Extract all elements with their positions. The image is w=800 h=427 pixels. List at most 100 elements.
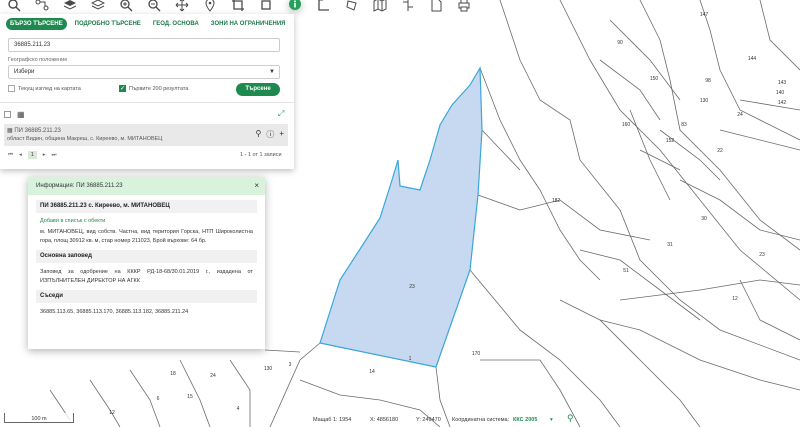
parcel-number-label: 170 xyxy=(472,351,481,357)
info-icon[interactable]: ⓘ xyxy=(266,129,274,140)
result-list-tools: ▦ xyxy=(4,110,25,119)
measure-area-icon[interactable] xyxy=(344,0,360,12)
scale-bar: 100 m xyxy=(4,413,74,423)
parcel-boundary xyxy=(699,0,800,141)
parcel-number-label: 160 xyxy=(622,122,631,128)
last-page-icon[interactable]: ⏭ xyxy=(52,152,57,159)
parcel-boundary xyxy=(739,99,800,111)
parcel-number-label: 14 xyxy=(369,369,375,375)
search-button[interactable]: Търсене xyxy=(236,83,280,96)
parcel-boundary xyxy=(679,179,800,241)
grid-icon[interactable]: ▦ xyxy=(17,110,25,119)
pager: ⏮ ◂ 1 ▸ ⏭ xyxy=(8,151,57,159)
parcel-boundary xyxy=(719,129,800,151)
add-to-list-link[interactable]: Добави в списък с обекти xyxy=(40,218,257,224)
crop-alt-icon[interactable] xyxy=(258,0,274,12)
parcel-number-label: 12 xyxy=(732,296,738,302)
search-icon[interactable] xyxy=(6,0,22,12)
order-section-title: Основна заповед xyxy=(36,250,257,263)
neighbors-section-title: Съседи xyxy=(36,290,257,303)
parcel-boundary xyxy=(739,279,800,341)
y-coordinate: Y: 249470 xyxy=(416,417,441,423)
status-bar: 100 m Мащаб 1: 1954 X: 4856180 Y: 249470… xyxy=(0,413,800,427)
parcel-boundary xyxy=(539,189,601,281)
add-icon[interactable]: + xyxy=(279,129,284,140)
parcel-number-label: 23 xyxy=(759,252,765,258)
first200-label: Първите 200 резултата xyxy=(129,85,189,92)
result-subtitle: област Видин, община Макреш, с. Киреево,… xyxy=(7,136,163,142)
select-all-checkbox[interactable] xyxy=(4,111,11,118)
first200-checkbox[interactable]: ✓ xyxy=(119,85,126,92)
print-icon[interactable] xyxy=(456,0,472,12)
parcel-boundary xyxy=(639,0,800,251)
parcel-number-label: 130 xyxy=(700,98,709,104)
parcel-number-label: 6 xyxy=(157,396,160,402)
chevron-down-icon: ▼ xyxy=(269,69,275,75)
search-input[interactable]: 36885.211.23 xyxy=(8,38,280,52)
x-coordinate: X: 4856180 xyxy=(370,417,399,423)
layers-alt-icon[interactable] xyxy=(90,0,106,12)
info-icon[interactable] xyxy=(289,0,301,10)
map-icon[interactable] xyxy=(372,0,388,12)
crop-icon[interactable] xyxy=(230,0,246,12)
pan-icon[interactable] xyxy=(174,0,190,12)
parcel-number-label: 83 xyxy=(681,122,687,128)
geo-select-value: Избери xyxy=(14,69,35,75)
parcel-number-label: 3 xyxy=(289,362,292,368)
current-view-checkbox[interactable] xyxy=(8,85,15,92)
parcel-title: ПИ 36885.211.23 с. Киреево, м. МИТАНОВЕЦ xyxy=(36,200,257,213)
parcel-number-label: 30 xyxy=(701,216,707,222)
layers-icon[interactable] xyxy=(62,0,78,12)
info-window-title: Информация: ПИ 36885.211.23 xyxy=(36,183,123,189)
geo-location-select[interactable]: Избери ▼ xyxy=(8,65,280,79)
expand-icon[interactable]: ⤢ xyxy=(278,109,284,119)
parcel-boundary xyxy=(479,67,541,191)
parcel-boundary xyxy=(477,194,521,211)
parcel-boundary xyxy=(599,319,800,391)
search-tabs: БЪРЗО ТЪРСЕНЕ ПОДРОБНО ТЪРСЕНЕ ГЕОД. ОСН… xyxy=(0,14,294,34)
result-title-text: ПИ 36885.211.23 xyxy=(14,128,61,134)
chevron-down-icon[interactable]: ▾ xyxy=(550,417,553,423)
tab-restriction-zones[interactable]: ЗОНИ НА ОГРАНИЧЕНИЯ xyxy=(207,18,290,30)
split-icon[interactable] xyxy=(400,0,416,12)
zoom-in-icon[interactable] xyxy=(118,0,134,12)
document-icon[interactable] xyxy=(428,0,444,12)
info-window-header: Информация: ПИ 36885.211.23 × xyxy=(28,177,265,195)
parcel-number-label: 24 xyxy=(737,112,743,118)
parcel-number-label: 90 xyxy=(617,40,623,46)
parcel-number-label: 24 xyxy=(210,373,216,379)
current-view-option[interactable]: Текущ изглед на картата xyxy=(8,85,81,92)
parcel-number-label: 130 xyxy=(264,366,273,372)
result-item[interactable]: ▦ ПИ 36885.211.23 област Видин, община М… xyxy=(4,124,288,146)
location-pin-icon[interactable] xyxy=(202,0,218,12)
zoom-to-icon[interactable]: ⚲ xyxy=(255,129,261,140)
parcel-number-label: 4 xyxy=(237,406,240,412)
neighbors-list: 36885.113.65, 36885.113.170, 36885.113.1… xyxy=(40,309,189,315)
info-window: Информация: ПИ 36885.211.23 × ПИ 36885.2… xyxy=(28,177,265,349)
parcel-number-label: 182 xyxy=(552,198,561,204)
zoom-icon[interactable]: ⚲ xyxy=(567,413,574,424)
current-page[interactable]: 1 xyxy=(27,151,37,159)
measure-icon[interactable] xyxy=(316,0,332,12)
current-view-label: Текущ изглед на картата xyxy=(18,85,81,92)
result-title: ▦ ПИ 36885.211.23 xyxy=(7,127,61,134)
info-body: ПИ 36885.211.23 с. Киреево, м. МИТАНОВЕЦ… xyxy=(36,200,257,317)
prev-page-icon[interactable]: ◂ xyxy=(19,152,22,158)
parcel-number-label: 140 xyxy=(776,90,785,96)
map-toolbar xyxy=(0,0,480,12)
parcel-number-label: 98 xyxy=(705,78,711,84)
parcel-description: м. МИТАНОВЕЦ, вид собств. Частна, вид те… xyxy=(40,229,253,244)
tab-quick-search[interactable]: БЪРЗО ТЪРСЕНЕ xyxy=(6,18,67,30)
close-icon[interactable]: × xyxy=(254,177,259,195)
first200-option[interactable]: ✓ Първите 200 резултата xyxy=(119,85,188,92)
crs-select[interactable]: ККС 2005 xyxy=(513,417,537,423)
parcel-boundary xyxy=(499,0,800,361)
selected-parcel[interactable] xyxy=(319,65,483,368)
tab-detailed-search[interactable]: ПОДРОБНО ТЪРСЕНЕ xyxy=(71,18,145,30)
next-page-icon[interactable]: ▸ xyxy=(43,152,46,158)
first-page-icon[interactable]: ⏮ xyxy=(8,152,13,159)
zoom-out-icon[interactable] xyxy=(146,0,162,12)
parcel-number-label: 143 xyxy=(778,80,787,86)
tab-geodetic-base[interactable]: ГЕОД. ОСНОВА xyxy=(149,18,203,30)
route-icon[interactable] xyxy=(34,0,50,12)
